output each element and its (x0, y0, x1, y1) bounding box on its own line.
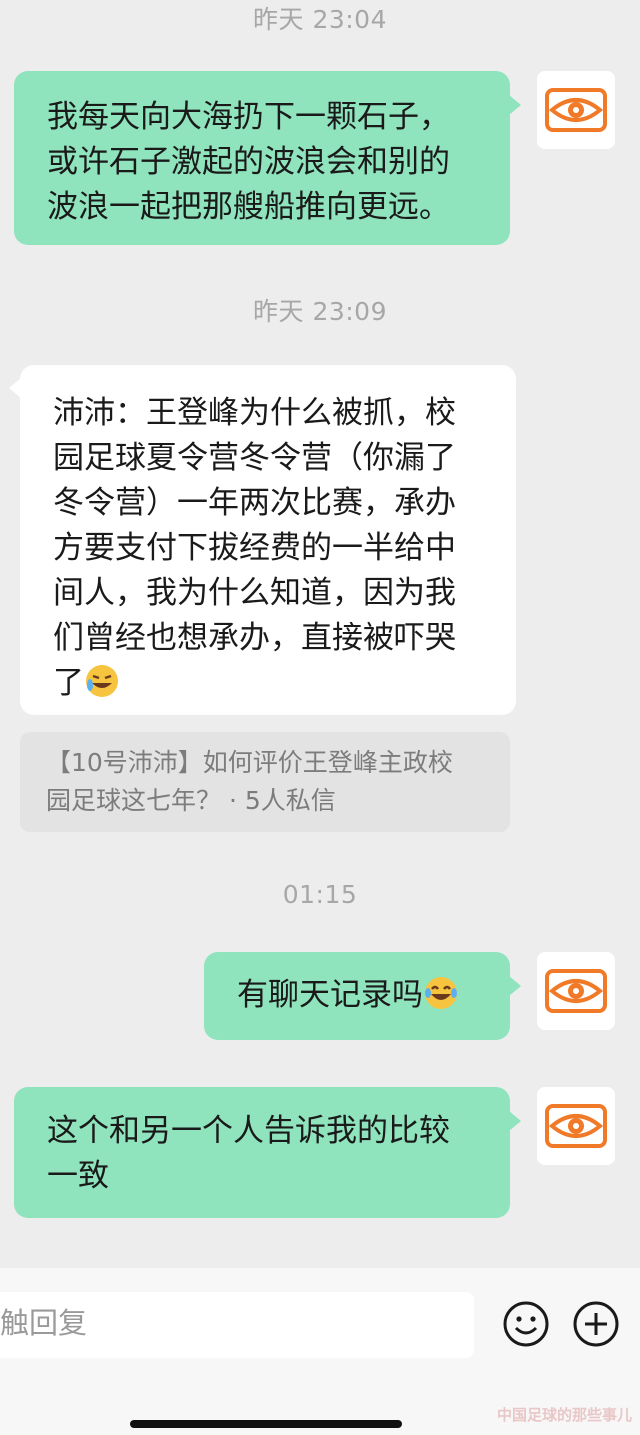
message-line: 园足球夏令营冬令营（你漏了 (53, 440, 456, 476)
sent-message-bubble[interactable]: 这个和另一个人告诉我的比较 一致 (14, 1087, 510, 1218)
timestamp: 昨天 23:04 (253, 5, 387, 34)
eye-logo-icon (545, 969, 607, 1013)
quoted-reference[interactable]: 【10号沛沛】如何评价王登峰主政校 园足球这七年？ · 5人私信 (20, 732, 510, 832)
sent-message-bubble[interactable]: 我每天向大海扔下一颗石子， 或许石子激起的波浪会和别的 波浪一起把那艘船推向更远… (14, 71, 510, 245)
quote-line: 【10号沛沛】如何评价王登峰主政校 (46, 748, 453, 777)
watermark: 中国足球的那些事儿 (496, 1406, 632, 1424)
bubble-tail (509, 976, 521, 996)
avatar[interactable] (537, 71, 615, 149)
message-line: 冬令营）一年两次比赛，承办 (53, 485, 456, 521)
home-indicator[interactable] (130, 1420, 402, 1428)
bubble-tail (509, 95, 521, 115)
message-line: 或许石子激起的波浪会和别的 (47, 144, 450, 180)
laughing-tears-emoji-icon (425, 977, 457, 1009)
message-line: 波浪一起把那艘船推向更远。 (47, 189, 450, 225)
sent-message-bubble[interactable]: 有聊天记录吗 (204, 952, 510, 1040)
message-line: 沛沛：王登峰为什么被抓，校 (53, 395, 456, 431)
plus-button-icon[interactable] (571, 1299, 621, 1349)
timestamp: 01:15 (282, 880, 358, 909)
bubble-tail (509, 1111, 521, 1131)
reply-input-placeholder: 触回复 (0, 1306, 88, 1340)
message-line: 们曾经也想承办，直接被吓哭 (53, 620, 456, 656)
received-message-bubble[interactable]: 沛沛：王登峰为什么被抓，校 园足球夏令营冬令营（你漏了 冬令营）一年两次比赛，承… (20, 365, 516, 715)
message-line: 方要支付下拔经费的一半给中 (53, 530, 456, 566)
emoji-button-icon[interactable] (501, 1299, 551, 1349)
message-line: 这个和另一个人告诉我的比较 (47, 1113, 450, 1149)
grin-sweat-emoji-icon (86, 665, 118, 697)
message-text: 了 (53, 665, 84, 701)
message-line: 间人，我为什么知道，因为我 (53, 575, 456, 611)
message-line: 我每天向大海扔下一颗石子， (47, 99, 450, 135)
message-text: 有聊天记录吗 (237, 977, 423, 1013)
eye-logo-icon (545, 88, 607, 132)
avatar[interactable] (537, 952, 615, 1030)
timestamp: 昨天 23:09 (253, 297, 387, 326)
eye-logo-icon (545, 1104, 607, 1148)
message-line: 一致 (47, 1158, 109, 1194)
message-line: 了 (53, 661, 516, 706)
avatar[interactable] (537, 1087, 615, 1165)
quote-line: 园足球这七年？ · 5人私信 (46, 786, 336, 815)
